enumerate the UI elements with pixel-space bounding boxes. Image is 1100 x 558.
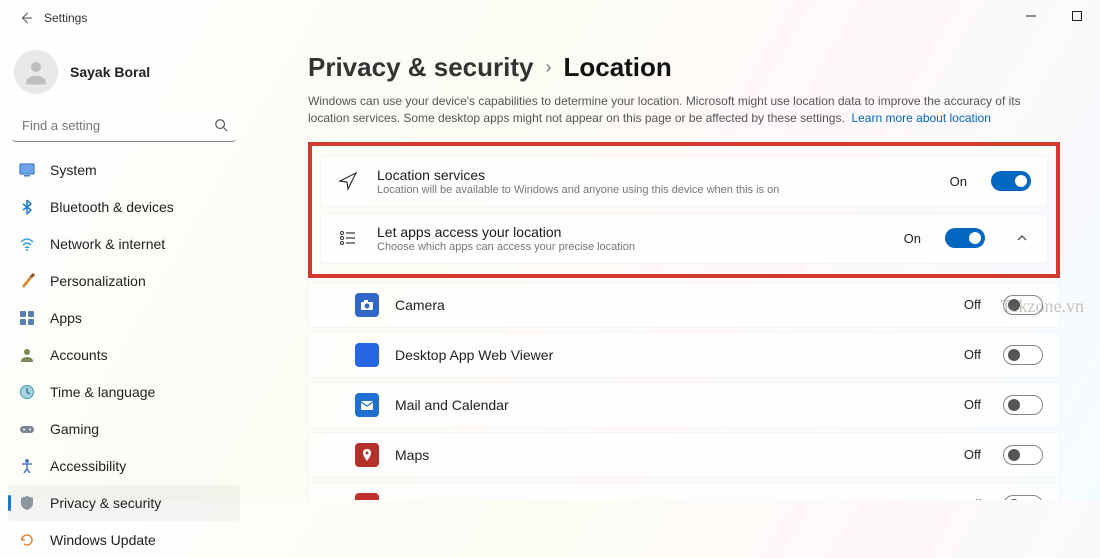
sidebar-item-label: Network & internet — [50, 236, 165, 252]
maximize-button[interactable] — [1054, 0, 1100, 32]
shield-icon — [18, 494, 36, 512]
sidebar-item-label: Gaming — [50, 421, 99, 437]
update-icon — [18, 531, 36, 549]
toggle-state: Off — [964, 447, 981, 462]
sidebar-item-label: Accounts — [50, 347, 108, 363]
card-subtitle: Location will be available to Windows an… — [377, 184, 932, 196]
list-icon — [337, 227, 359, 249]
app-access-toggle[interactable] — [945, 228, 985, 248]
sidebar-item-label: Personalization — [50, 273, 146, 289]
sidebar-item-label: Privacy & security — [50, 495, 161, 511]
minimize-button[interactable] — [1008, 0, 1054, 32]
window-title: Settings — [44, 11, 87, 25]
app-icon — [355, 343, 379, 367]
app-row: Camera Off — [308, 282, 1060, 328]
avatar — [14, 50, 58, 94]
highlighted-region: Location services Location will be avail… — [308, 142, 1060, 278]
breadcrumb: Privacy & security › Location — [308, 52, 1060, 83]
location-services-toggle[interactable] — [991, 171, 1031, 191]
toggle-state: Off — [964, 397, 981, 412]
sidebar-item-network[interactable]: Network & internet — [8, 226, 240, 262]
wifi-icon — [18, 235, 36, 253]
apps-icon — [18, 309, 36, 327]
toggle-state: Off — [964, 297, 981, 312]
sidebar-item-label: Windows Update — [50, 532, 156, 548]
sidebar-item-time[interactable]: Time & language — [8, 374, 240, 410]
app-name: Maps — [395, 447, 948, 463]
app-row: NewsOff — [308, 482, 1060, 500]
sidebar-item-label: Accessibility — [50, 458, 126, 474]
app-name: Desktop App Web Viewer — [395, 347, 948, 363]
app-icon — [355, 443, 379, 467]
sidebar-item-gaming[interactable]: Gaming — [8, 411, 240, 447]
sidebar-item-label: Apps — [50, 310, 82, 326]
breadcrumb-parent[interactable]: Privacy & security — [308, 52, 533, 83]
page-title: Location — [563, 52, 671, 83]
sidebar-item-label: Bluetooth & devices — [50, 199, 174, 215]
toggle-state: Off — [964, 347, 981, 362]
user-name: Sayak Boral — [70, 64, 150, 80]
user-account[interactable]: Sayak Boral — [8, 44, 240, 106]
sidebar-item-bluetooth[interactable]: Bluetooth & devices — [8, 189, 240, 225]
sidebar-item-accessibility[interactable]: Accessibility — [8, 448, 240, 484]
brush-icon — [18, 272, 36, 290]
app-row: Desktop App Web Viewer Off — [308, 332, 1060, 378]
learn-more-link[interactable]: Learn more about location — [851, 111, 990, 125]
search-input[interactable] — [12, 110, 236, 142]
app-toggle[interactable] — [1003, 345, 1043, 365]
back-button[interactable] — [8, 0, 44, 36]
app-name: Mail and Calendar — [395, 397, 948, 413]
system-icon — [18, 161, 36, 179]
app-icon — [355, 293, 379, 317]
app-icon — [355, 493, 379, 500]
gamepad-icon — [18, 420, 36, 438]
card-title: Location services — [377, 167, 932, 183]
sidebar-item-privacy[interactable]: Privacy & security — [8, 485, 240, 521]
sidebar-item-system[interactable]: System — [8, 152, 240, 188]
app-icon — [355, 393, 379, 417]
sidebar-item-update[interactable]: Windows Update — [8, 522, 240, 558]
sidebar-item-accounts[interactable]: Accounts — [8, 337, 240, 373]
sidebar-item-apps[interactable]: Apps — [8, 300, 240, 336]
accessibility-icon — [18, 457, 36, 475]
sidebar-item-label: System — [50, 162, 97, 178]
card-subtitle: Choose which apps can access your precis… — [377, 241, 886, 253]
toggle-state: On — [904, 231, 921, 246]
app-name: Camera — [395, 297, 948, 313]
sidebar-item-label: Time & language — [50, 384, 155, 400]
bluetooth-icon — [18, 198, 36, 216]
app-toggle[interactable] — [1003, 495, 1043, 500]
location-services-card[interactable]: Location services Location will be avail… — [320, 156, 1048, 207]
location-arrow-icon — [337, 170, 359, 192]
app-toggle[interactable] — [1003, 395, 1043, 415]
app-row: Mail and Calendar Off — [308, 382, 1060, 428]
card-title: Let apps access your location — [377, 224, 886, 240]
person-icon — [18, 346, 36, 364]
page-description: Windows can use your device's capabiliti… — [308, 93, 1060, 128]
app-toggle[interactable] — [1003, 445, 1043, 465]
app-toggle[interactable] — [1003, 295, 1043, 315]
chevron-up-icon[interactable] — [1013, 232, 1031, 244]
search-icon — [214, 118, 228, 132]
app-row: Maps Off — [308, 432, 1060, 478]
app-access-card[interactable]: Let apps access your location Choose whi… — [320, 213, 1048, 264]
sidebar-item-personalization[interactable]: Personalization — [8, 263, 240, 299]
toggle-state: On — [950, 174, 967, 189]
clock-icon — [18, 383, 36, 401]
chevron-right-icon: › — [545, 57, 551, 78]
